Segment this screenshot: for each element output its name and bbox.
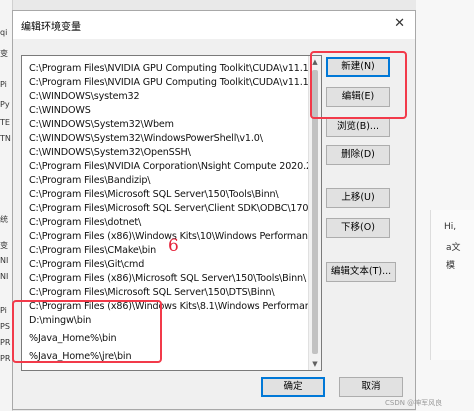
path-list[interactable]: C:\Program Files\NVIDIA GPU Computing To… (21, 55, 322, 371)
move-down-button[interactable]: 下移(O) (326, 218, 390, 238)
scroll-down-arrow-icon[interactable]: ▼ (309, 358, 321, 370)
bg-fragment: 变 (0, 49, 8, 58)
scrollbar-thumb[interactable] (312, 70, 318, 354)
path-item[interactable]: C:\WINDOWS\System32\Wbem (29, 118, 174, 132)
watermark: CSDN @神军风良 (385, 399, 443, 407)
bg-fragment: Pi (0, 80, 7, 89)
bg-fragment: PS (0, 322, 10, 331)
annotation-number: 6 (168, 236, 179, 256)
bg-fragment: 变 (0, 241, 8, 250)
dialog-title: 编辑环境变量 (21, 22, 81, 33)
path-item[interactable]: C:\WINDOWS\System32\WindowsPowerShell\v1… (29, 132, 263, 146)
bg-fragment: 统 (0, 215, 8, 224)
bg-fragment: Pi (0, 306, 7, 315)
browse-button[interactable]: 浏览(B)... (326, 117, 390, 137)
bg-fragment: 模 (446, 261, 456, 271)
path-item[interactable]: %Java_Home%\bin (29, 332, 117, 346)
close-icon[interactable]: ✕ (394, 16, 405, 31)
path-item[interactable]: C:\Program Files\CMake\bin (29, 244, 156, 258)
path-item[interactable]: C:\WINDOWS\System32\OpenSSH\ (29, 146, 191, 160)
bg-fragment: qi (0, 28, 8, 37)
bg-fragment: NI (0, 272, 9, 281)
bg-fragment: TE (0, 118, 10, 127)
bg-fragment: PR (0, 338, 11, 347)
path-item[interactable]: C:\Program Files\NVIDIA Corporation\Nsig… (29, 160, 321, 174)
edit-env-var-dialog: 编辑环境变量 ✕ C:\Program Files\NVIDIA GPU Com… (12, 10, 416, 410)
ok-button[interactable]: 确定 (261, 377, 325, 397)
path-item[interactable]: C:\Program Files\Microsoft SQL Server\15… (29, 286, 275, 300)
edit-button[interactable]: 编辑(E) (326, 87, 390, 107)
list-scrollbar[interactable]: ▲ ▼ (308, 56, 321, 370)
path-item[interactable]: C:\Program Files\dotnet\ (29, 216, 141, 230)
edit-text-button[interactable]: 编辑文本(T)... (326, 262, 396, 282)
scroll-up-arrow-icon[interactable]: ▲ (309, 56, 321, 68)
path-item[interactable]: %Java_Home%\jre\bin (29, 350, 132, 364)
path-item[interactable]: C:\Program Files\NVIDIA GPU Computing To… (29, 76, 321, 90)
path-item[interactable]: D:\mingw\bin (29, 314, 91, 328)
path-item[interactable]: C:\WINDOWS\system32 (29, 90, 140, 104)
bg-panel (430, 210, 474, 360)
path-item[interactable]: C:\Program Files\Microsoft SQL Server\Cl… (29, 202, 321, 216)
path-item[interactable]: C:\Program Files\Microsoft SQL Server\15… (29, 188, 279, 202)
path-item[interactable]: C:\Program Files\NVIDIA GPU Computing To… (29, 62, 321, 76)
path-item[interactable]: C:\WINDOWS (29, 104, 91, 118)
path-item[interactable]: C:\Program Files\Bandizip\ (29, 174, 151, 188)
move-up-button[interactable]: 上移(U) (326, 188, 390, 208)
path-item[interactable]: C:\Program Files (x86)\Windows Kits\8.1\… (29, 300, 321, 314)
bg-fragment: Py (0, 100, 10, 109)
dialog-titlebar: 编辑环境变量 ✕ (13, 11, 415, 39)
bg-fragment: PR (0, 354, 11, 363)
bg-fragment: a文 (446, 243, 461, 253)
bg-fragment: TN (0, 134, 11, 143)
path-item[interactable]: C:\Program Files\Git\cmd (29, 258, 144, 272)
cancel-button[interactable]: 取消 (339, 377, 403, 397)
bg-fragment: Hi, (444, 222, 457, 232)
delete-button[interactable]: 删除(D) (326, 145, 390, 165)
path-item[interactable]: C:\Program Files (x86)\Microsoft SQL Ser… (29, 272, 306, 286)
bg-fragment: NI (0, 256, 9, 265)
new-button[interactable]: 新建(N) (326, 57, 390, 77)
background-window-right: Hi, a文 模 (416, 0, 474, 411)
